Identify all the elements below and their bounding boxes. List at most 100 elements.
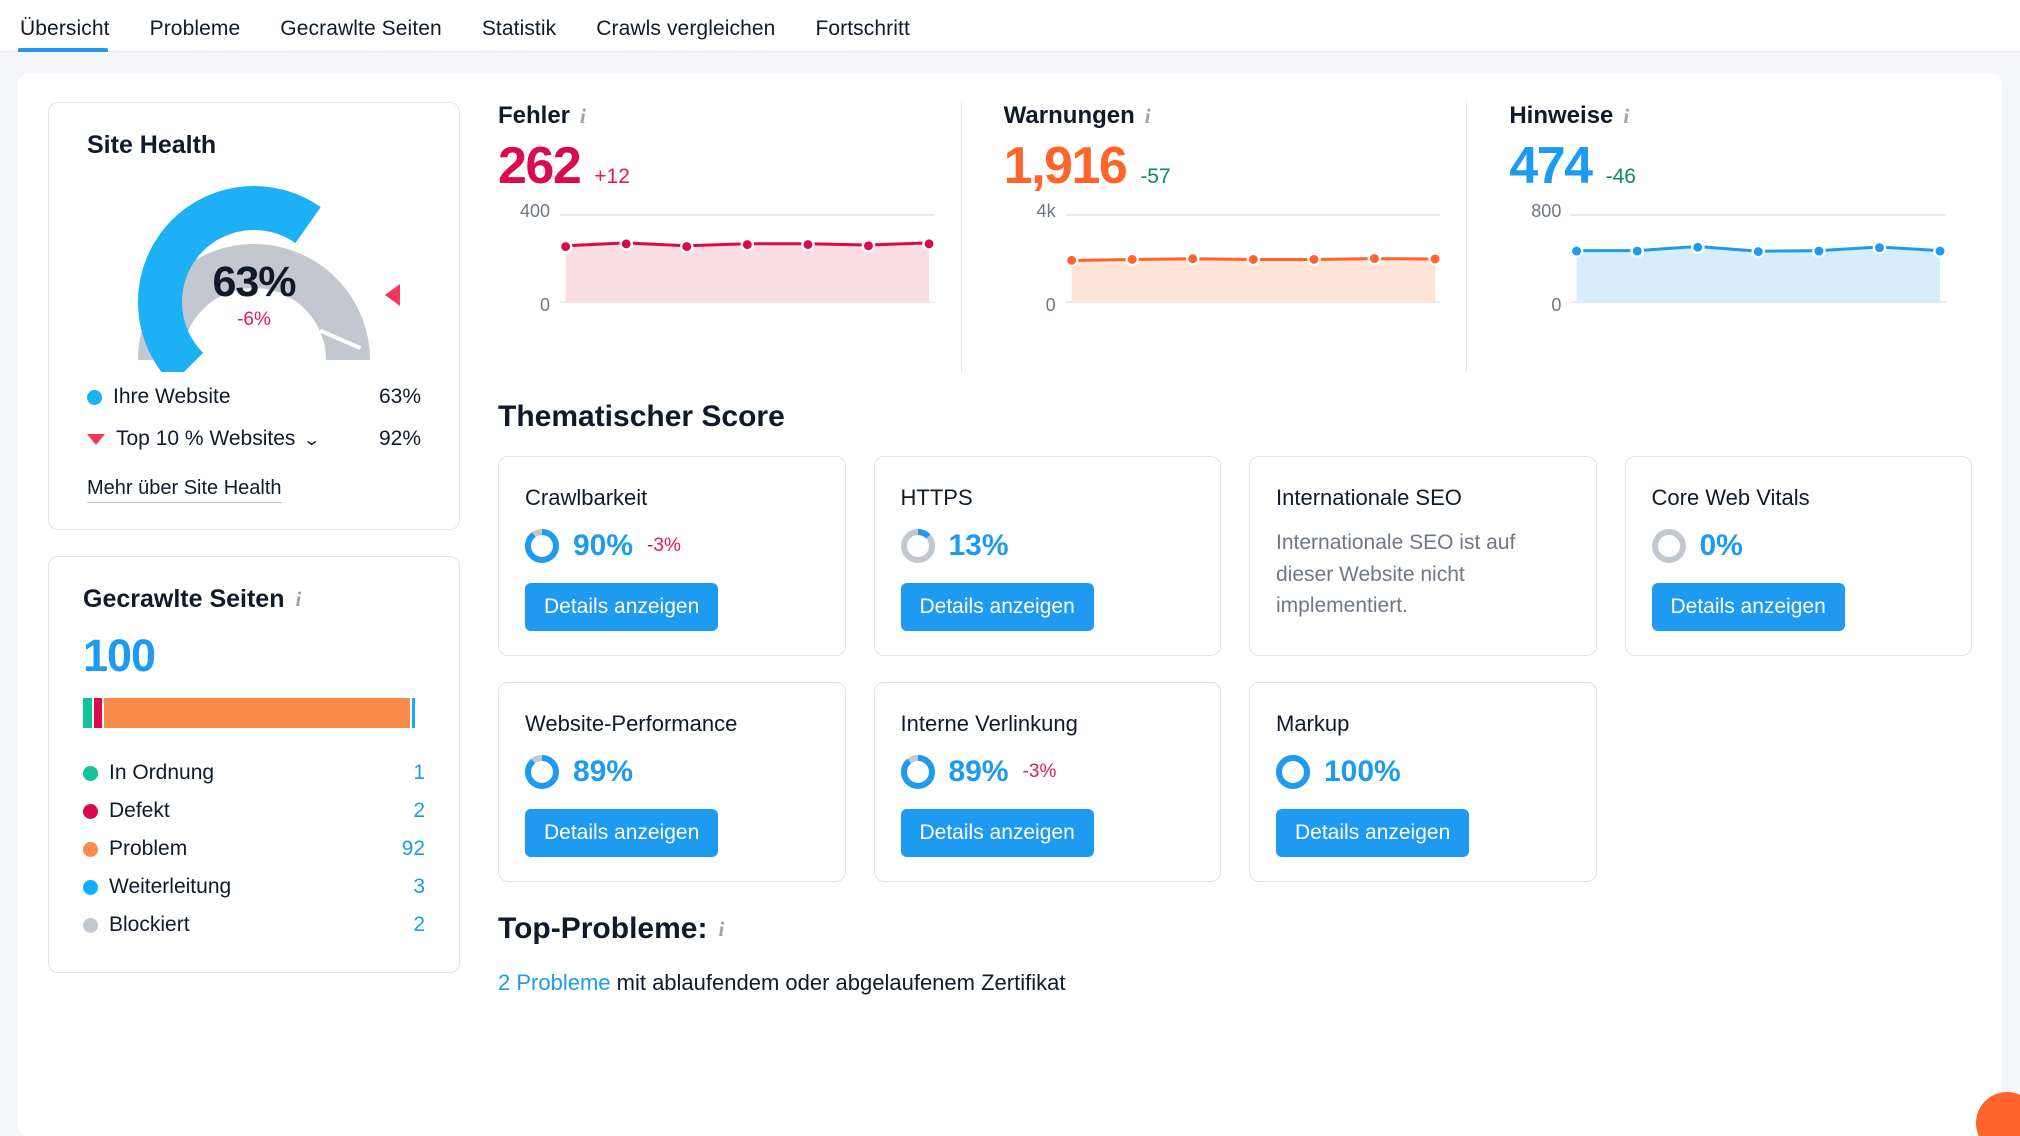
thematic-card-percent: 90% — [573, 529, 633, 563]
crawled-pages-title: Gecrawlte Seiten — [83, 585, 284, 614]
thematic-card-score-row: 89%-3% — [901, 755, 1195, 789]
thematic-card-delta: -3% — [1023, 761, 1057, 783]
chevron-down-icon[interactable]: ⌄ — [303, 433, 321, 449]
tab-bar: ÜbersichtProblemeGecrawlte SeitenStatist… — [0, 0, 2020, 52]
thematic-card-https: HTTPS 13% Details anzeigen — [874, 456, 1222, 656]
top-issues-list: 2 Probleme mit ablaufendem oder abgelauf… — [498, 970, 1972, 996]
metric-card-fehler: Fehleri262+124000 — [498, 102, 961, 372]
show-details-button[interactable]: Details anzeigen — [1652, 583, 1845, 631]
legend-dot-icon — [83, 918, 98, 933]
thematic-score-grid: Crawlbarkeit 90%-3%Details anzeigenHTTPS… — [498, 456, 1972, 882]
crawled-pages-legend-label: Weiterleitung — [109, 875, 413, 899]
thematic-card-score-row: 90%-3% — [525, 529, 819, 563]
tab-probleme[interactable]: Probleme — [130, 18, 261, 51]
sparkline-axis: 4k0 — [1004, 210, 1066, 306]
show-details-button[interactable]: Details anzeigen — [901, 583, 1094, 631]
top-issues-header: Top-Probleme: i — [498, 912, 1972, 946]
site-health-legend-value: 92% — [379, 427, 421, 451]
metric-sparkline: 4k0 — [1004, 210, 1441, 306]
site-health-card: Site Health 63% -6% — [48, 102, 460, 530]
metric-name: Warnungen — [1004, 102, 1135, 130]
sparkline-axis: 8000 — [1509, 210, 1571, 306]
legend-dot-icon — [83, 880, 98, 895]
axis-max-label: 400 — [520, 201, 550, 222]
thematic-card-title: HTTPS — [901, 485, 1195, 511]
crawled-pages-header: Gecrawlte Seiten i — [83, 585, 425, 614]
axis-min-label: 0 — [540, 295, 550, 316]
score-ring-icon — [1276, 755, 1310, 789]
crawled-pages-legend-row: In Ordnung1 — [83, 754, 425, 792]
crawled-pages-legend-row: Weiterleitung3 — [83, 868, 425, 906]
site-health-legend-row[interactable]: Top 10 % Websites⌄92% — [87, 427, 421, 451]
crawled-pages-legend-label: In Ordnung — [109, 761, 413, 785]
show-details-button[interactable]: Details anzeigen — [1276, 809, 1469, 857]
crawled-pages-legend-value[interactable]: 3 — [413, 875, 425, 899]
tab-gecrawlte-seiten[interactable]: Gecrawlte Seiten — [260, 18, 462, 51]
tab--bersicht[interactable]: Übersicht — [18, 18, 130, 51]
metric-sparkline: 4000 — [498, 210, 935, 306]
info-icon[interactable]: i — [580, 106, 586, 127]
crawled-pages-legend-value[interactable]: 2 — [413, 799, 425, 823]
thematic-card-interne-verlinkung: Interne Verlinkung 89%-3% Details anzeige… — [874, 682, 1222, 882]
stacked-bar-segment — [104, 698, 409, 728]
info-icon[interactable]: i — [295, 589, 301, 610]
info-icon[interactable]: i — [1145, 106, 1151, 127]
overview-panel: Site Health 63% -6% — [18, 74, 2002, 1136]
site-health-legend: Ihre Website63%Top 10 % Websites⌄92% — [87, 385, 421, 451]
benchmark-marker-icon — [385, 284, 400, 306]
thematic-card-title: Internationale SEO — [1276, 485, 1570, 511]
axis-max-label: 4k — [1037, 201, 1056, 222]
site-health-legend-label: Ihre Website — [113, 385, 379, 409]
thematic-card-percent: 89% — [573, 755, 633, 789]
crawled-pages-legend-value[interactable]: 1 — [413, 761, 425, 785]
tab-statistik[interactable]: Statistik — [462, 18, 576, 51]
page-body: Site Health 63% -6% — [0, 52, 2020, 1136]
metric-card-warnungen: Warnungeni1,916-574k0 — [961, 102, 1467, 372]
gauge-center-readout: 63% -6% — [124, 258, 384, 331]
stacked-bar-segment — [83, 698, 92, 728]
triangle-down-icon — [87, 434, 105, 445]
show-details-button[interactable]: Details anzeigen — [525, 583, 718, 631]
thematic-card-percent: 13% — [949, 529, 1009, 563]
issue-count-link[interactable]: 2 Probleme — [498, 970, 611, 995]
top-issues-section: Top-Probleme: i 2 Probleme mit ablaufend… — [498, 912, 1972, 996]
tab-crawls-vergleichen[interactable]: Crawls vergleichen — [576, 18, 795, 51]
legend-dot-icon — [83, 766, 98, 781]
metric-sparkline: 8000 — [1509, 210, 1946, 306]
crawled-pages-legend-label: Problem — [109, 837, 402, 861]
crawled-pages-legend-row: Defekt2 — [83, 792, 425, 830]
metric-value-row: 262+12 — [498, 136, 935, 196]
crawled-pages-legend-value[interactable]: 2 — [413, 913, 425, 937]
show-details-button[interactable]: Details anzeigen — [525, 809, 718, 857]
legend-dot-icon — [87, 390, 102, 405]
axis-min-label: 0 — [1046, 295, 1056, 316]
thematic-card-title: Markup — [1276, 711, 1570, 737]
crawled-pages-legend-row: Blockiert2 — [83, 906, 425, 944]
score-ring-icon — [1652, 529, 1686, 563]
legend-dot-icon — [83, 842, 98, 857]
thematic-card-title: Interne Verlinkung — [901, 711, 1195, 737]
metric-value: 474 — [1509, 136, 1591, 196]
thematic-card-internationale-seo: Internationale SEOInternationale SEO ist… — [1249, 456, 1597, 656]
thematic-score-title: Thematischer Score — [498, 400, 1972, 434]
thematic-card-website-performance: Website-Performance 89%Details anzeigen — [498, 682, 846, 882]
sparkline-plot — [1066, 210, 1441, 306]
thematic-card-score-row: 100% — [1276, 755, 1570, 789]
crawled-pages-legend-label: Defekt — [109, 799, 413, 823]
info-icon[interactable]: i — [718, 919, 724, 940]
show-details-button[interactable]: Details anzeigen — [901, 809, 1094, 857]
score-ring-icon — [901, 529, 935, 563]
score-ring-icon — [525, 529, 559, 563]
metric-delta: -46 — [1606, 165, 1636, 189]
crawled-pages-legend-value[interactable]: 92 — [402, 837, 425, 861]
info-icon[interactable]: i — [1623, 106, 1629, 127]
thematic-card-core-web-vitals: Core Web Vitals 0%Details anzeigen — [1625, 456, 1973, 656]
left-column: Site Health 63% -6% — [48, 102, 460, 1136]
tab-fortschritt[interactable]: Fortschritt — [795, 18, 929, 51]
top-issue-row: 2 Probleme mit ablaufendem oder abgelauf… — [498, 970, 1972, 996]
sparkline-plot — [1571, 210, 1946, 306]
more-about-site-health-link[interactable]: Mehr über Site Health — [87, 477, 282, 503]
right-column: Fehleri262+124000 Warnungeni1,916-574k0 … — [498, 102, 1972, 1136]
stacked-bar-segment — [94, 698, 103, 728]
top-issues-title: Top-Probleme: — [498, 912, 707, 946]
